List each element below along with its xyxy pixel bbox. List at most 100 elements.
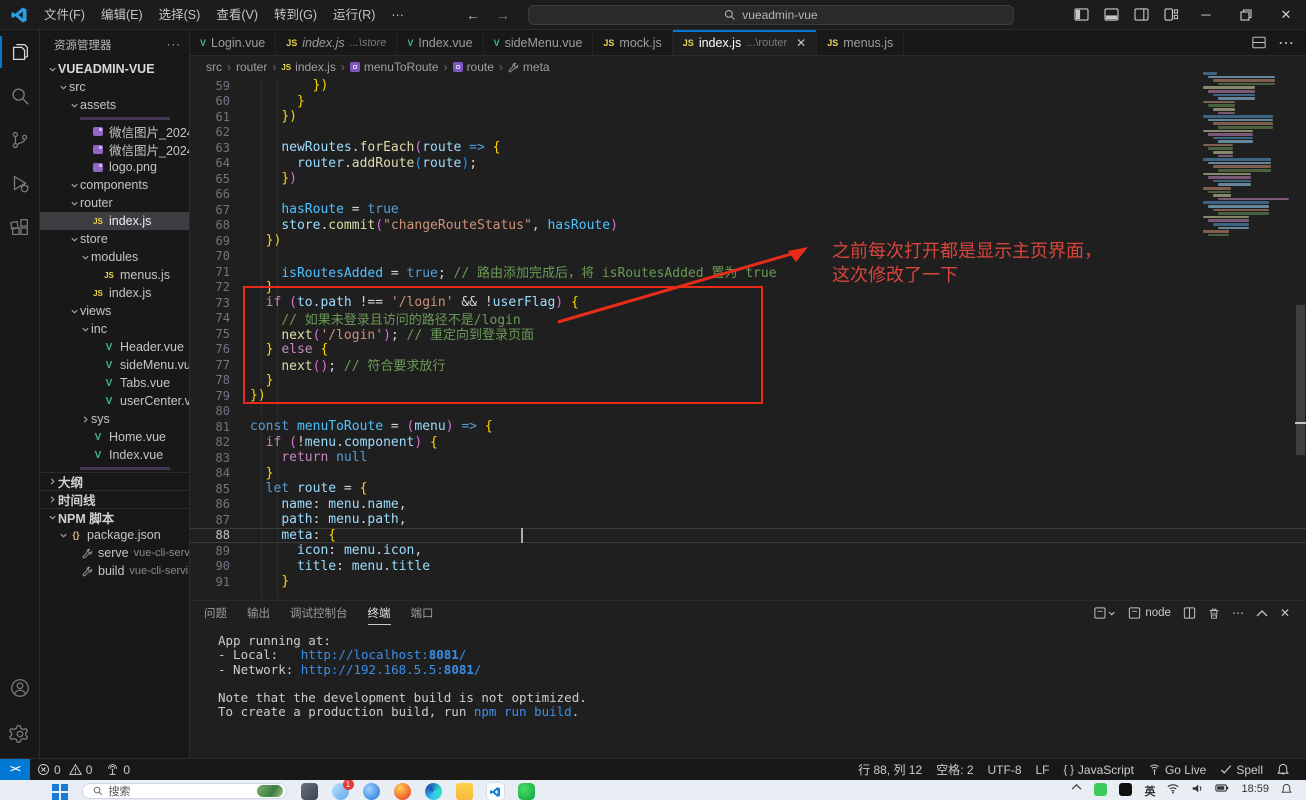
explorer-more-actions-icon[interactable]: ··· [167,39,182,51]
toggle-secondary-sidebar-icon[interactable] [1126,2,1156,28]
tree-item-router[interactable]: router [40,194,189,212]
menu-item-选择S[interactable]: 选择(S) [151,4,209,26]
status-encoding[interactable]: UTF-8 [981,759,1029,781]
start-button[interactable] [52,783,68,800]
tab-mock.js[interactable]: JSmock.js [593,30,672,55]
file-explorer-icon[interactable] [456,783,473,800]
toggle-sidebar-icon[interactable] [1066,2,1096,28]
cloud-app-icon[interactable]: 1 [332,783,349,800]
customize-layout-icon[interactable] [1156,2,1186,28]
wechat-tray-icon[interactable] [1094,783,1107,796]
menu-item-···[interactable]: ··· [383,4,412,26]
tab-Index.vue[interactable]: VIndex.vue [397,30,483,55]
explorer-icon[interactable] [0,30,40,74]
tab-Login.vue[interactable]: VLogin.vue [190,30,276,55]
new-terminal-icon[interactable] [1094,607,1116,619]
tree-item-serve[interactable]: servevue-cli-servi... [40,544,189,562]
breadcrumb-item-meta[interactable]: meta [508,60,550,74]
status-spell[interactable]: Spell [1213,759,1270,781]
battery-icon[interactable] [1215,783,1229,793]
edge-icon[interactable] [425,783,442,800]
menu-item-文件F[interactable]: 文件(F) [36,4,93,26]
split-terminal-icon[interactable] [1183,607,1196,619]
panel-more-actions-icon[interactable]: ⋯ [1232,606,1244,620]
tree-item-build[interactable]: buildvue-cli-servi... [40,562,189,580]
status-notifications[interactable] [1270,759,1296,781]
panel-tab-输出[interactable]: 输出 [247,601,270,625]
volume-icon[interactable] [1191,783,1203,794]
sidebar-section-大纲[interactable]: 大纲 [40,472,189,490]
editor-scrollbar[interactable] [1296,305,1305,455]
sidebar-section-时间线[interactable]: 时间线 [40,490,189,508]
breadcrumb-item-route[interactable]: route [453,60,494,74]
tree-item-Home.vue[interactable]: VHome.vue [40,428,189,446]
menu-item-编辑E[interactable]: 编辑(E) [93,4,151,26]
forward-icon[interactable]: → [496,7,510,23]
tree-item-微信图片_202401282...[interactable]: 微信图片_202401282... [40,140,189,158]
menu-item-运行R[interactable]: 运行(R) [325,4,383,26]
source-control-icon[interactable] [0,118,40,162]
tree-item-views[interactable]: views [40,302,189,320]
status-cursor-position[interactable]: 行 88, 列 12 [851,759,929,781]
breadcrumb-item-index.js[interactable]: JSindex.js [281,60,335,74]
breadcrumb-item-menuToRoute[interactable]: menuToRoute [350,60,439,74]
breadcrumb-item-router[interactable]: router [236,60,267,74]
tab-index.js[interactable]: JSindex.js...\router✕ [673,30,817,55]
status-language[interactable]: { }JavaScript [1057,759,1141,781]
tree-item-inc[interactable]: inc [40,320,189,338]
maximize-panel-icon[interactable] [1256,609,1268,618]
tree-item-index.js[interactable]: JSindex.js [40,212,189,230]
tray-expand-icon[interactable] [1071,783,1082,791]
ime-indicator[interactable]: 英 [1144,783,1155,799]
problems-status[interactable]: 0 0 [30,759,99,781]
firefox-icon[interactable] [394,783,411,800]
terminal-tab-node[interactable]: node [1128,607,1171,619]
tree-item-menus.js[interactable]: JSmenus.js [40,266,189,284]
taskview-icon[interactable] [301,783,318,800]
minimap[interactable] [1203,72,1289,247]
split-editor-icon[interactable] [1252,36,1266,49]
terminal-output[interactable]: App running at:- Local: http://localhost… [218,634,587,720]
remote-indicator[interactable]: >< [0,759,30,781]
editor-more-actions-icon[interactable]: ⋯ [1278,33,1294,53]
kill-terminal-icon[interactable] [1208,607,1220,620]
tree-item-Header.vue[interactable]: VHeader.vue [40,338,189,356]
panel-tab-调试控制台[interactable]: 调试控制台 [290,601,348,625]
panel-tab-问题[interactable]: 问题 [204,601,227,625]
taskbar-search[interactable]: 搜索 [82,783,287,799]
wechat-icon[interactable] [518,783,535,800]
tree-item-sys[interactable]: sys [40,410,189,428]
tree-item-components[interactable]: components [40,176,189,194]
tree-item-logo.png[interactable]: logo.png [40,158,189,176]
tab-sideMenu.vue[interactable]: VsideMenu.vue [484,30,594,55]
thunder-app-icon[interactable] [363,783,380,800]
menu-item-转到G[interactable]: 转到(G) [266,4,325,26]
account-icon[interactable] [0,666,40,710]
tree-item-Index.vue[interactable]: VIndex.vue [40,446,189,464]
tree-item-Tabs.vue[interactable]: VTabs.vue [40,374,189,392]
minimize-button[interactable]: ─ [1186,0,1226,30]
taskbar-clock[interactable]: 18:59 [1241,783,1269,795]
status-indentation[interactable]: 空格: 2 [929,759,980,781]
back-icon[interactable]: ← [466,7,480,23]
search-sidebar-icon[interactable] [0,74,40,118]
forwarded-ports-status[interactable]: 0 [99,759,137,781]
tree-item-store[interactable]: store [40,230,189,248]
extensions-icon[interactable] [0,206,40,250]
tree-item-sideMenu.vue[interactable]: VsideMenu.vue [40,356,189,374]
close-button[interactable]: ✕ [1266,0,1306,30]
tree-item-package.json[interactable]: {}package.json [40,526,189,544]
vscode-taskbar-icon[interactable] [487,783,504,800]
tree-item-assets[interactable]: assets [40,96,189,114]
settings-gear-icon[interactable] [0,710,40,758]
code-editor[interactable]: 59 })60 }61 })6263 newRoutes.forEach(rou… [190,78,1306,600]
tree-item-微信图片_202401251...[interactable]: 微信图片_202401251... [40,122,189,140]
run-debug-icon[interactable] [0,162,40,206]
close-panel-icon[interactable]: ✕ [1280,606,1290,620]
tree-item-VUEADMIN-VUE[interactable]: VUEADMIN-VUE [40,60,189,78]
restore-button[interactable] [1226,0,1266,30]
status-go-live[interactable]: Go Live [1141,759,1213,781]
menu-item-查看V[interactable]: 查看(V) [208,4,266,26]
tiktok-tray-icon[interactable] [1119,783,1132,796]
panel-tab-终端[interactable]: 终端 [368,601,391,625]
